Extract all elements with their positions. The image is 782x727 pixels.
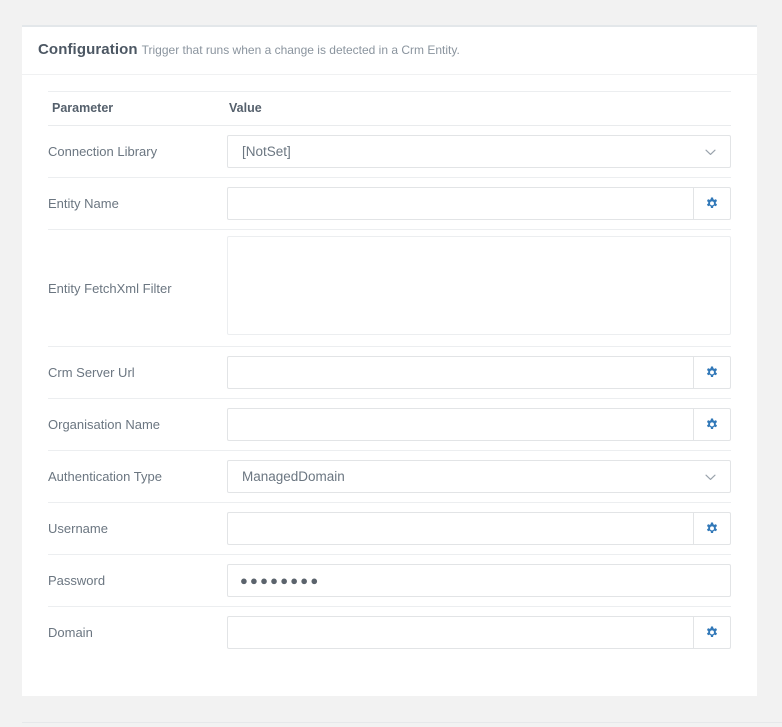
parameter-label-crm-server-url: Crm Server Url bbox=[48, 346, 227, 399]
page-bottom-divider bbox=[22, 722, 782, 723]
crm-server-url-settings-button[interactable] bbox=[693, 356, 731, 389]
authentication-type-select[interactable]: ManagedDomain bbox=[227, 460, 731, 493]
table-row: Username bbox=[48, 502, 731, 555]
value-cell-crm-server-url bbox=[227, 346, 731, 399]
username-input-group bbox=[227, 512, 731, 545]
domain-input[interactable] bbox=[227, 616, 693, 649]
crm-server-url-input-group bbox=[227, 356, 731, 389]
entity-fetchxml-filter-textarea[interactable] bbox=[227, 236, 731, 335]
entity-name-input-group bbox=[227, 187, 731, 220]
table-row: Password ●●●●●●●● bbox=[48, 554, 731, 607]
domain-input-group bbox=[227, 616, 731, 649]
authentication-type-select-value: ManagedDomain bbox=[242, 469, 345, 484]
value-cell-password: ●●●●●●●● bbox=[227, 554, 731, 607]
value-cell-organisation-name bbox=[227, 398, 731, 451]
table-row: Organisation Name bbox=[48, 398, 731, 451]
table-row: Domain bbox=[48, 607, 731, 659]
username-input[interactable] bbox=[227, 512, 693, 545]
parameter-label-domain: Domain bbox=[48, 625, 93, 640]
value-cell-domain bbox=[227, 607, 731, 659]
username-settings-button[interactable] bbox=[693, 512, 731, 545]
gear-icon bbox=[705, 418, 719, 432]
parameter-label-entity-fetchxml-filter: Entity FetchXml Filter bbox=[48, 229, 227, 347]
organisation-name-settings-button[interactable] bbox=[693, 408, 731, 441]
table-body: Connection Library [NotSet] Entity Name … bbox=[48, 125, 731, 659]
entity-name-settings-button[interactable] bbox=[693, 187, 731, 220]
crm-server-url-input[interactable] bbox=[227, 356, 693, 389]
gear-icon bbox=[705, 197, 719, 211]
table-header-row: Parameter Value bbox=[48, 91, 731, 126]
page-title: Configuration bbox=[38, 41, 138, 58]
parameter-label-authentication-type: Authentication Type bbox=[48, 450, 227, 503]
value-cell-entity-fetchxml-filter bbox=[227, 229, 731, 347]
table-row: Entity FetchXml Filter bbox=[48, 229, 731, 347]
password-input[interactable]: ●●●●●●●● bbox=[227, 564, 731, 597]
connection-library-select-value: [NotSet] bbox=[242, 144, 291, 159]
column-header-parameter: Parameter bbox=[48, 91, 227, 126]
organisation-name-input-group bbox=[227, 408, 731, 441]
value-cell-username bbox=[227, 502, 731, 555]
configuration-panel: Configuration Trigger that runs when a ch… bbox=[22, 25, 757, 696]
chevron-down-icon bbox=[704, 470, 717, 483]
parameter-label-connection-library: Connection Library bbox=[48, 125, 227, 178]
table-head: Parameter Value bbox=[48, 91, 731, 126]
panel-body: Parameter Value Connection Library [NotS… bbox=[22, 75, 757, 696]
column-header-value: Value bbox=[227, 91, 731, 126]
parameter-label-organisation-name: Organisation Name bbox=[48, 398, 227, 451]
domain-settings-button[interactable] bbox=[693, 616, 731, 649]
gear-icon bbox=[705, 522, 719, 536]
table-row: Authentication Type ManagedDomain bbox=[48, 450, 731, 503]
chevron-down-icon bbox=[704, 145, 717, 158]
organisation-name-input[interactable] bbox=[227, 408, 693, 441]
gear-icon bbox=[705, 366, 719, 380]
panel-header: Configuration Trigger that runs when a ch… bbox=[22, 27, 757, 75]
value-cell-entity-name bbox=[227, 177, 731, 230]
table-row: Connection Library [NotSet] bbox=[48, 125, 731, 178]
parameter-label-username: Username bbox=[48, 502, 227, 555]
entity-name-input[interactable] bbox=[227, 187, 693, 220]
parameter-label-password: Password bbox=[48, 554, 227, 607]
table-row: Entity Name bbox=[48, 177, 731, 230]
connection-library-select[interactable]: [NotSet] bbox=[227, 135, 731, 168]
panel-subtitle: Trigger that runs when a change is detec… bbox=[141, 43, 460, 57]
value-cell-authentication-type: ManagedDomain bbox=[227, 450, 731, 503]
table-row: Crm Server Url bbox=[48, 346, 731, 399]
page-root: Configuration Trigger that runs when a ch… bbox=[0, 0, 782, 727]
parameter-label-entity-name: Entity Name bbox=[48, 177, 227, 230]
gear-icon bbox=[705, 626, 719, 640]
parameters-table: Parameter Value Connection Library [NotS… bbox=[48, 91, 731, 658]
value-cell-connection-library: [NotSet] bbox=[227, 125, 731, 178]
